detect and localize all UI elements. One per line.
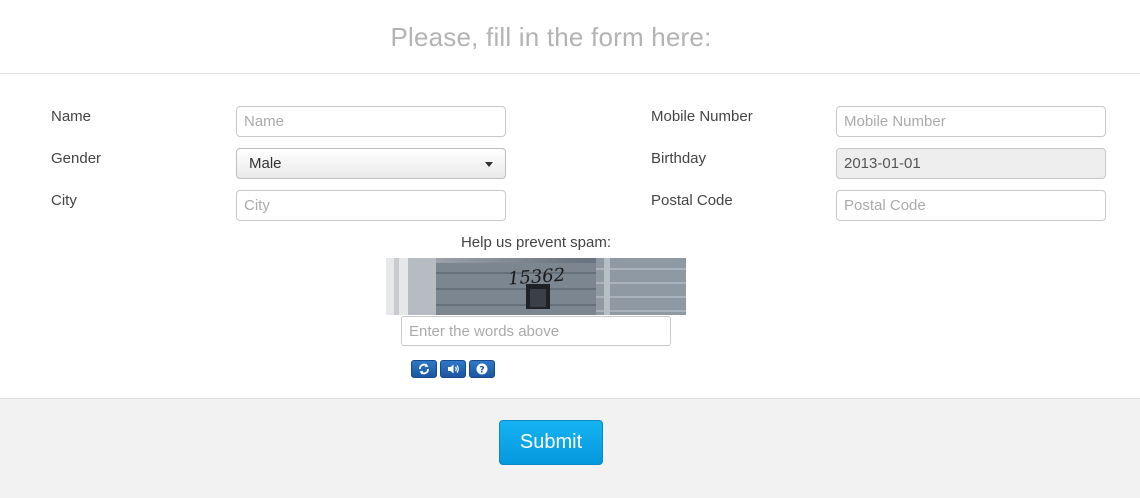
form-header: Please, fill in the form here: — [0, 0, 1140, 74]
captcha-text: 15362 — [507, 265, 566, 290]
postal-code-input[interactable] — [836, 190, 1106, 221]
captcha-label: Help us prevent spam: — [460, 234, 612, 251]
gender-label: Gender — [51, 150, 102, 167]
birthday-input[interactable] — [836, 148, 1106, 179]
mobile-label: Mobile Number — [651, 108, 753, 125]
captcha-help-button[interactable]: ? — [469, 360, 495, 378]
city-label: City — [51, 192, 77, 209]
gender-selected-value: Male — [249, 155, 282, 172]
captcha-input[interactable] — [401, 316, 671, 346]
help-icon: ? — [476, 363, 488, 375]
birthday-label: Birthday — [651, 150, 707, 167]
name-input[interactable] — [236, 106, 506, 137]
page-title: Please, fill in the form here: — [390, 22, 712, 52]
city-input[interactable] — [236, 190, 506, 221]
postal-code-label: Postal Code — [651, 192, 733, 209]
captcha-audio-button[interactable] — [440, 360, 466, 378]
svg-text:?: ? — [479, 365, 484, 375]
captcha-image: 15362 — [386, 258, 686, 315]
captcha-refresh-button[interactable] — [411, 360, 437, 378]
submit-button[interactable]: Submit — [499, 420, 603, 465]
mobile-input[interactable] — [836, 106, 1106, 137]
form-footer: Submit — [0, 398, 1140, 498]
gender-select[interactable]: Male — [236, 148, 506, 179]
speaker-icon — [448, 364, 459, 374]
name-label: Name — [51, 108, 92, 125]
refresh-icon — [419, 363, 429, 375]
chevron-down-icon — [485, 162, 493, 167]
